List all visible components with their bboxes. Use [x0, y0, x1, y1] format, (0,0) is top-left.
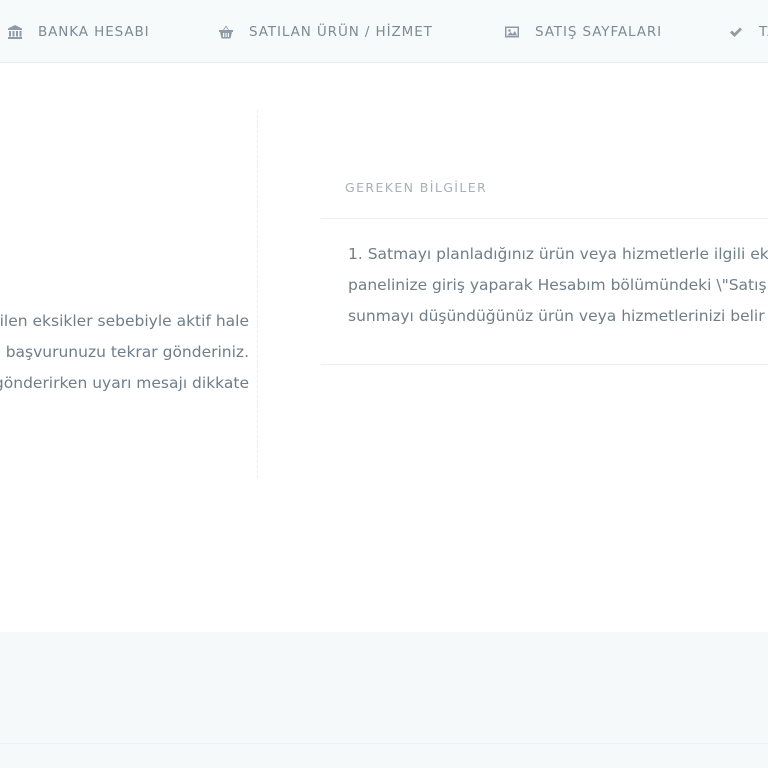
column-divider — [257, 110, 258, 478]
image-icon — [503, 23, 521, 41]
check-icon — [727, 23, 745, 41]
nav-tab-label: SATILAN ÜRÜN / HİZMET — [249, 23, 433, 40]
bank-icon — [6, 23, 24, 41]
basket-icon — [217, 23, 235, 41]
nav-tab-label: TA — [759, 23, 768, 40]
nav-tab-products-services[interactable]: SATILAN ÜRÜN / HİZMET — [217, 0, 433, 62]
application-status-message: Başvurunuz yukarıda belirtilen eksikler … — [0, 306, 256, 406]
requirements-box: 1. Satmayı planladığınız ürün veya hizme… — [321, 218, 768, 365]
footer-divider — [0, 743, 768, 744]
nav-tab-completed[interactable]: TA — [727, 0, 768, 62]
requirements-text: 1. Satmayı planladığınız ürün veya hizme… — [348, 239, 768, 332]
footer-band — [0, 632, 768, 768]
nav-tab-bank-account[interactable]: BANKA HESABI — [6, 0, 150, 62]
requirements-line: sunmayı düşündüğünüz ürün veya hizmetler… — [348, 307, 765, 325]
nav-tab-label: BANKA HESABI — [38, 23, 150, 40]
requirements-line: 1. Satmayı planladığınız ürün veya hizme… — [348, 245, 768, 263]
message-line: Başvurunuz yukarıda belirtilen eksikler … — [0, 312, 249, 330]
message-line: Başvurunuzu gönderirken uyarı mesajı dik… — [0, 374, 249, 392]
nav-tab-sales-pages[interactable]: SATIŞ SAYFALARI — [503, 0, 663, 62]
requirements-line: panelinize giriş yaparak Hesabım bölümün… — [348, 276, 767, 294]
top-navigation: BANKA HESABI SATILAN ÜRÜN / HİZMET SATIŞ… — [0, 0, 768, 63]
requirements-title: GEREKEN BİLGİLER — [345, 180, 488, 195]
nav-tab-label: SATIŞ SAYFALARI — [535, 23, 663, 40]
message-line: getirilememiştir. Lütfen başvurunuzu tek… — [0, 343, 249, 361]
